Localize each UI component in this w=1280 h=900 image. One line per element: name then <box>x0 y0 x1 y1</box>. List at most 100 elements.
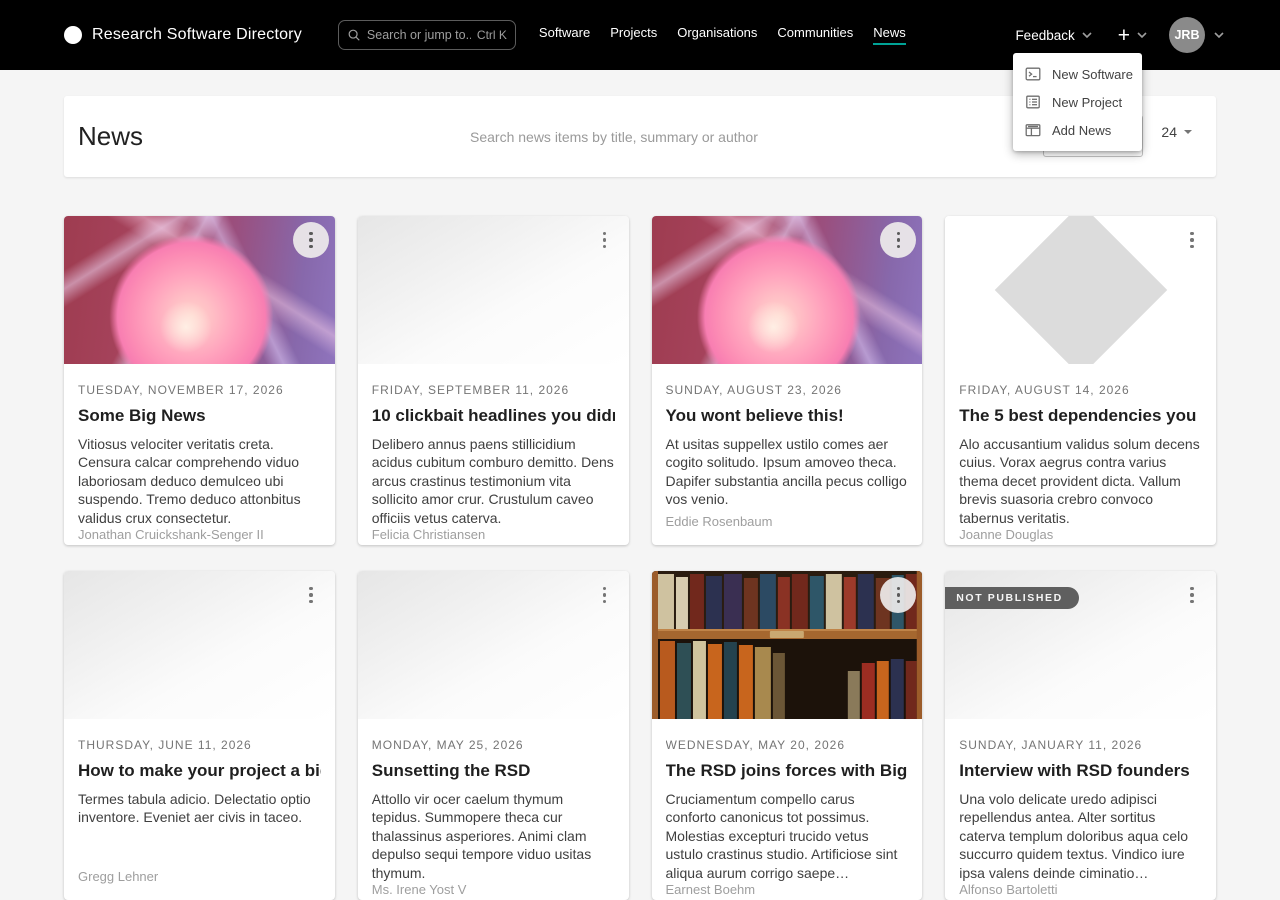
news-title: The RSD joins forces with Big… <box>666 761 909 781</box>
news-card-image <box>358 216 629 364</box>
news-summary: Alo accusantium validus solum decens cui… <box>959 435 1202 527</box>
logo-circle-icon <box>64 26 82 44</box>
kebab-icon <box>309 587 313 591</box>
kebab-icon <box>1190 232 1194 236</box>
news-author: Jonathan Cruickshank-Senger II <box>78 527 321 542</box>
nav-link-projects[interactable]: Projects <box>610 25 657 45</box>
terminal-icon <box>1025 66 1041 82</box>
news-card-body: TUESDAY, NOVEMBER 17, 2026 Some Big News… <box>64 364 335 545</box>
news-date: SUNDAY, AUGUST 23, 2026 <box>666 383 909 397</box>
news-card[interactable]: TUESDAY, NOVEMBER 17, 2026 Some Big News… <box>64 216 335 545</box>
news-card[interactable]: MONDAY, MAY 25, 2026 Sunsetting the RSD … <box>358 571 629 900</box>
add-menu-button[interactable]: + <box>1118 25 1147 46</box>
menu-item-new-software[interactable]: New Software <box>1013 60 1142 88</box>
nav-link-communities[interactable]: Communities <box>777 25 853 45</box>
news-author: Joanne Douglas <box>959 527 1202 542</box>
chevron-down-icon <box>1082 32 1092 39</box>
global-search-box[interactable]: Ctrl K <box>338 20 516 50</box>
news-card-body: FRIDAY, AUGUST 14, 2026 The 5 best depen… <box>945 364 1216 545</box>
menu-item-label: Add News <box>1052 123 1111 138</box>
news-author: Earnest Boehm <box>666 882 909 897</box>
placeholder-diamond <box>994 216 1167 364</box>
news-card-image <box>945 216 1216 364</box>
nav-link-news[interactable]: News <box>873 25 906 45</box>
news-card-image: NOT PUBLISHED <box>945 571 1216 719</box>
card-menu-button[interactable] <box>1174 577 1210 613</box>
news-card-body: SUNDAY, JANUARY 11, 2026 Interview with … <box>945 719 1216 900</box>
news-grid: TUESDAY, NOVEMBER 17, 2026 Some Big News… <box>64 216 1216 900</box>
news-summary: Cruciamentum compello carus conforto can… <box>666 790 909 882</box>
menu-item-label: New Software <box>1052 67 1133 82</box>
news-card-body: FRIDAY, SEPTEMBER 11, 2026 10 clickbait … <box>358 364 629 545</box>
news-card-body: MONDAY, MAY 25, 2026 Sunsetting the RSD … <box>358 719 629 900</box>
news-summary: Termes tabula adicio. Delectatio optio i… <box>78 790 321 827</box>
card-menu-button[interactable] <box>587 577 623 613</box>
items-per-page-value: 24 <box>1161 124 1177 140</box>
news-card[interactable]: NOT PUBLISHED SUNDAY, JANUARY 11, 2026 I… <box>945 571 1216 900</box>
card-menu-button[interactable] <box>293 577 329 613</box>
user-menu-button[interactable]: JRB <box>1169 17 1224 53</box>
news-card-body: SUNDAY, AUGUST 23, 2026 You wont believe… <box>652 364 923 545</box>
nav-link-software[interactable]: Software <box>539 25 590 45</box>
card-menu-button[interactable] <box>880 222 916 258</box>
chevron-down-icon <box>1137 32 1147 39</box>
not-published-badge: NOT PUBLISHED <box>945 587 1079 609</box>
news-title: You wont believe this! <box>666 406 909 426</box>
card-menu-button[interactable] <box>587 222 623 258</box>
feedback-label: Feedback <box>1015 28 1074 43</box>
card-menu-button[interactable] <box>880 577 916 613</box>
feedback-button[interactable]: Feedback <box>1015 28 1091 43</box>
news-card[interactable]: THURSDAY, JUNE 11, 2026 How to make your… <box>64 571 335 900</box>
app-logo[interactable]: Research Software Directory <box>64 26 302 44</box>
news-date: WEDNESDAY, MAY 20, 2026 <box>666 738 909 752</box>
primary-nav: Software Projects Organisations Communit… <box>539 25 906 45</box>
items-per-page-select[interactable]: 24 <box>1161 124 1192 140</box>
news-card-body: THURSDAY, JUNE 11, 2026 How to make your… <box>64 719 335 900</box>
news-card[interactable]: FRIDAY, SEPTEMBER 11, 2026 10 clickbait … <box>358 216 629 545</box>
global-search-input[interactable] <box>367 28 471 42</box>
card-menu-button[interactable] <box>293 222 329 258</box>
list-icon <box>1025 94 1041 110</box>
kebab-icon <box>897 232 901 236</box>
news-title: How to make your project a big… <box>78 761 321 781</box>
app-title: Research Software Directory <box>92 26 302 44</box>
news-summary: At usitas suppellex ustilo comes aer cog… <box>666 435 909 509</box>
news-date: SUNDAY, JANUARY 11, 2026 <box>959 738 1202 752</box>
news-card-image <box>64 571 335 719</box>
keyboard-shortcut-hint: Ctrl K <box>477 28 507 42</box>
news-date: THURSDAY, JUNE 11, 2026 <box>78 738 321 752</box>
kebab-icon <box>897 587 901 591</box>
search-icon <box>347 28 361 42</box>
card-menu-button[interactable] <box>1174 222 1210 258</box>
menu-item-new-project[interactable]: New Project <box>1013 88 1142 116</box>
menu-item-label: New Project <box>1052 95 1122 110</box>
news-author: Ms. Irene Yost V <box>372 882 615 897</box>
news-author: Gregg Lehner <box>78 869 321 884</box>
news-summary: Attollo vir ocer caelum thymum tepidus. … <box>372 790 615 882</box>
news-card-image <box>652 216 923 364</box>
news-title: Some Big News <box>78 406 321 426</box>
plus-icon: + <box>1118 25 1130 46</box>
news-card[interactable]: SUNDAY, AUGUST 23, 2026 You wont believe… <box>652 216 923 545</box>
dropdown-arrow-icon <box>1184 130 1192 134</box>
kebab-icon <box>603 232 607 236</box>
news-title: Interview with RSD founders <box>959 761 1202 781</box>
nav-link-organisations[interactable]: Organisations <box>677 25 757 45</box>
kebab-icon <box>603 587 607 591</box>
news-title: Sunsetting the RSD <box>372 761 615 781</box>
news-author: Felicia Christiansen <box>372 527 615 542</box>
menu-item-add-news[interactable]: Add News <box>1013 116 1142 144</box>
news-card[interactable]: WEDNESDAY, MAY 20, 2026 The RSD joins fo… <box>652 571 923 900</box>
news-author: Eddie Rosenbaum <box>666 514 909 529</box>
add-menu-dropdown: New Software New Project Add News <box>1013 53 1142 151</box>
news-card-body: WEDNESDAY, MAY 20, 2026 The RSD joins fo… <box>652 719 923 900</box>
news-title: The 5 best dependencies you nev… <box>959 406 1202 426</box>
news-search-input[interactable] <box>470 96 1030 177</box>
avatar: JRB <box>1169 17 1205 53</box>
news-title: 10 clickbait headlines you didn't… <box>372 406 615 426</box>
kebab-icon <box>1190 587 1194 591</box>
news-card-image <box>358 571 629 719</box>
news-icon <box>1025 122 1041 138</box>
news-summary: Delibero annus paens stillicidium acidus… <box>372 435 615 527</box>
news-card[interactable]: FRIDAY, AUGUST 14, 2026 The 5 best depen… <box>945 216 1216 545</box>
